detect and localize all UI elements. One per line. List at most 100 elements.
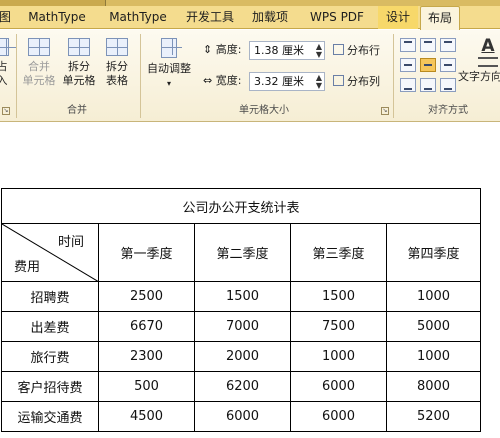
table-cell[interactable]: 5000 bbox=[386, 311, 481, 342]
column-header[interactable]: 第三季度 bbox=[290, 223, 387, 282]
tab-addins[interactable]: 加载项 bbox=[246, 6, 294, 29]
tab-layout[interactable]: 布局 bbox=[420, 6, 460, 30]
merge-cells-line1: 合并 bbox=[28, 60, 50, 73]
column-header[interactable]: 第二季度 bbox=[194, 223, 291, 282]
align-top-center-button[interactable] bbox=[420, 38, 436, 52]
distribute-cols-button[interactable]: 分布列 bbox=[333, 73, 380, 91]
height-value: 1.38 厘米 bbox=[254, 44, 304, 57]
column-width-icon: ⇔ bbox=[203, 74, 213, 87]
row-label[interactable]: 运输交通费 bbox=[1, 401, 99, 432]
height-spinner-icon[interactable]: ▲ ▼ bbox=[316, 43, 322, 59]
chevron-down-icon: ▾ bbox=[166, 79, 171, 88]
table-cell[interactable]: 8000 bbox=[386, 371, 481, 402]
table-cell[interactable]: 1000 bbox=[386, 341, 481, 372]
distribute-rows-label: 分布行 bbox=[347, 44, 380, 57]
table-cell[interactable]: 1000 bbox=[290, 341, 387, 372]
expense-table: 公司办公开支统计表 时间 费用 第一季度 第二季度 第三季度 第四季度 招聘费 … bbox=[1, 188, 481, 432]
height-row: ⇕ 高度: bbox=[203, 40, 241, 60]
table-caption: 公司办公开支统计表 bbox=[1, 188, 481, 224]
rows-group-launcher[interactable]: ↘ bbox=[2, 107, 10, 115]
table-cell[interactable]: 1500 bbox=[290, 281, 387, 312]
width-row: ⇔ 宽度: bbox=[203, 71, 241, 91]
corner-top-label: 时间 bbox=[57, 235, 84, 250]
distribute-cols-label: 分布列 bbox=[347, 75, 380, 88]
align-top-left-button[interactable] bbox=[400, 38, 416, 52]
table-cell[interactable]: 1000 bbox=[386, 281, 481, 312]
split-cells-line2: 单元格 bbox=[62, 74, 96, 87]
align-middle-right-button[interactable] bbox=[440, 58, 456, 72]
table-cell[interactable]: 1500 bbox=[194, 281, 291, 312]
table-cell[interactable]: 6000 bbox=[194, 401, 291, 432]
tab-mathtype-2[interactable]: MathType bbox=[102, 6, 174, 29]
tab-developer[interactable]: 开发工具 bbox=[180, 6, 240, 29]
alignment-group-label: 对齐方式 bbox=[428, 105, 468, 116]
insert-partial-button[interactable]: 占 入 bbox=[0, 38, 16, 88]
split-cells-line1: 拆分 bbox=[68, 60, 90, 73]
align-middle-left-button[interactable] bbox=[400, 58, 416, 72]
distribute-cols-icon bbox=[333, 75, 344, 86]
column-header[interactable]: 第四季度 bbox=[386, 223, 481, 282]
table-cell[interactable]: 2500 bbox=[98, 281, 195, 312]
group-separator bbox=[16, 34, 17, 118]
merge-cells-line2: 单元格 bbox=[22, 74, 56, 87]
split-table-line2: 表格 bbox=[106, 74, 128, 87]
table-cell[interactable]: 4500 bbox=[98, 401, 195, 432]
tab-design[interactable]: 设计 bbox=[378, 6, 418, 29]
table-cell[interactable]: 6670 bbox=[98, 311, 195, 342]
group-separator bbox=[140, 34, 141, 118]
row-label[interactable]: 招聘费 bbox=[1, 281, 99, 312]
split-table-icon bbox=[106, 38, 128, 56]
tab-mathtype-1[interactable]: MathType bbox=[22, 6, 92, 29]
split-cells-button[interactable]: 拆分 单元格 bbox=[60, 38, 98, 88]
width-label: 宽度: bbox=[215, 74, 242, 87]
table-cell[interactable]: 6000 bbox=[290, 401, 387, 432]
table-cell[interactable]: 2000 bbox=[194, 341, 291, 372]
text-direction-lines-icon bbox=[478, 57, 498, 67]
height-input[interactable]: 1.38 厘米 ▲ ▼ bbox=[249, 41, 325, 60]
width-spinner-icon[interactable]: ▲ ▼ bbox=[316, 74, 322, 90]
ribbon-tab-bar: 图 MathType MathType 开发工具 加载项 WPS PDF 设计 … bbox=[0, 6, 500, 30]
word-window: 图 MathType MathType 开发工具 加载项 WPS PDF 设计 … bbox=[0, 0, 500, 438]
distribute-rows-button[interactable]: 分布行 bbox=[333, 42, 380, 60]
diagonal-header-cell[interactable]: 时间 费用 bbox=[1, 223, 99, 282]
row-label[interactable]: 出差费 bbox=[1, 311, 99, 342]
cell-size-launcher[interactable]: ↘ bbox=[381, 107, 389, 115]
width-value: 3.32 厘米 bbox=[254, 75, 304, 88]
height-label: 高度: bbox=[215, 43, 242, 56]
insert-partial-line1: 占 bbox=[0, 60, 8, 73]
table-row: 客户招待费 500 6200 6000 8000 bbox=[1, 371, 481, 402]
column-header[interactable]: 第一季度 bbox=[98, 223, 195, 282]
autofit-label: 自动调整 bbox=[147, 62, 191, 75]
row-label[interactable]: 旅行费 bbox=[1, 341, 99, 372]
corner-bottom-label: 费用 bbox=[14, 260, 41, 275]
table-cell[interactable]: 2300 bbox=[98, 341, 195, 372]
split-table-button[interactable]: 拆分 表格 bbox=[100, 38, 134, 88]
table-cell[interactable]: 500 bbox=[98, 371, 195, 402]
table-row: 出差费 6670 7000 7500 5000 bbox=[1, 311, 481, 342]
autofit-icon bbox=[161, 38, 182, 58]
text-direction-button[interactable]: A bbox=[468, 36, 500, 67]
table-cell[interactable]: 5200 bbox=[386, 401, 481, 432]
table-row: 招聘费 2500 1500 1500 1000 bbox=[1, 281, 481, 312]
width-input[interactable]: 3.32 厘米 ▲ ▼ bbox=[249, 72, 325, 91]
tab-wps-pdf[interactable]: WPS PDF bbox=[304, 6, 370, 29]
align-bottom-right-button[interactable] bbox=[440, 78, 456, 92]
align-middle-center-button[interactable] bbox=[420, 58, 436, 72]
split-table-line1: 拆分 bbox=[106, 60, 128, 73]
autofit-button[interactable]: 自动调整 ▾ bbox=[144, 38, 194, 91]
table-cell[interactable]: 7000 bbox=[194, 311, 291, 342]
split-cells-icon bbox=[68, 38, 90, 56]
align-top-right-button[interactable] bbox=[440, 38, 456, 52]
row-label[interactable]: 客户招待费 bbox=[1, 371, 99, 402]
merge-cells-button[interactable]: 合并 单元格 bbox=[20, 38, 58, 88]
align-bottom-center-button[interactable] bbox=[420, 78, 436, 92]
table-row: 旅行费 2300 2000 1000 1000 bbox=[1, 341, 481, 372]
table-cell[interactable]: 7500 bbox=[290, 311, 387, 342]
table-cell[interactable]: 6000 bbox=[290, 371, 387, 402]
align-bottom-left-button[interactable] bbox=[400, 78, 416, 92]
row-height-icon: ⇕ bbox=[203, 43, 213, 56]
cell-size-group-label: 单元格大小 bbox=[239, 105, 289, 116]
merge-group-label: 合并 bbox=[67, 105, 87, 116]
tab-picture[interactable]: 图 bbox=[0, 6, 12, 29]
table-cell[interactable]: 6200 bbox=[194, 371, 291, 402]
